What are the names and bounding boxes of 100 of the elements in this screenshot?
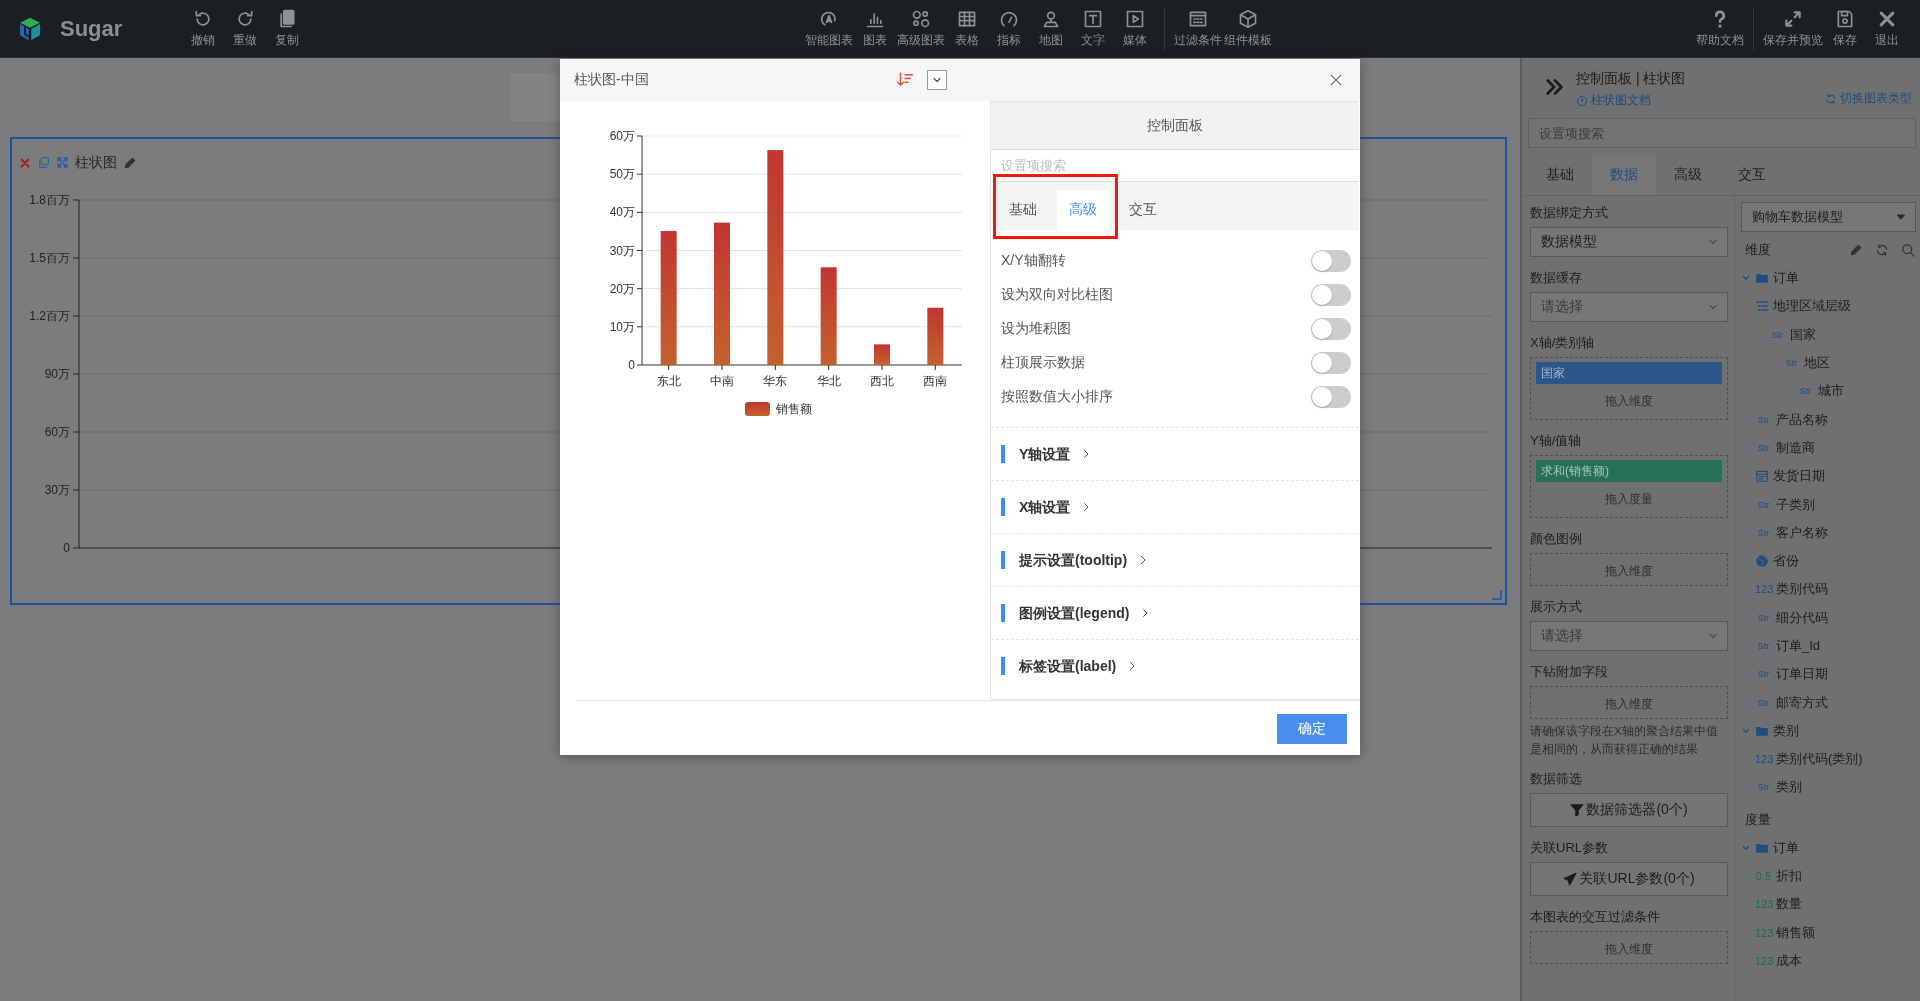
legend-swatch[interactable]	[745, 402, 770, 416]
toggle-switch[interactable]	[1311, 250, 1351, 272]
tree-item-label[interactable]: 类别代码	[1776, 580, 1828, 599]
toolbar-button[interactable]: 地图	[1030, 8, 1073, 49]
dropdown[interactable]: 数据模型	[1530, 227, 1728, 257]
tab[interactable]: 高级	[1057, 190, 1109, 230]
tab[interactable]: 交互	[1117, 190, 1169, 230]
tree-item-label[interactable]: 制造商	[1776, 438, 1815, 457]
tree-item-label[interactable]: 订单_Id	[1776, 637, 1821, 655]
pencil-icon	[123, 155, 137, 170]
toolbar-button[interactable]: 过滤条件	[1173, 8, 1224, 49]
tree-item-label[interactable]: 数量	[1776, 895, 1802, 914]
bar	[874, 344, 890, 365]
action-button[interactable]: 数据筛选器(0个)	[1530, 793, 1728, 827]
tree-item-label[interactable]: 国家	[1790, 325, 1816, 344]
help-note: 请确保该字段在X轴的聚合结果中值是相同的，从而获得正确的结果	[1530, 724, 1719, 757]
field-chip[interactable]: 国家	[1536, 362, 1722, 384]
close-icon	[1328, 72, 1344, 88]
field-chip[interactable]: 求和(销售额)	[1536, 460, 1722, 482]
tree-item-label[interactable]: 折扣	[1776, 867, 1802, 886]
setting-label: Y轴/值轴	[1530, 432, 1583, 450]
type-label: Str	[1756, 442, 1771, 453]
tab[interactable]: 高级	[1656, 155, 1720, 195]
type-label: Str	[1756, 669, 1771, 680]
tree-item-label[interactable]: 产品名称	[1776, 410, 1828, 429]
tree-item-label[interactable]: 类别	[1776, 778, 1802, 797]
axis-tick-label: 60万	[44, 425, 70, 439]
toolbar-button[interactable]: 帮助文档	[1695, 8, 1745, 49]
tree-item-label[interactable]: 地区	[1804, 354, 1830, 373]
refresh-icon	[1875, 243, 1889, 257]
axis-tick-label: 西南	[923, 374, 948, 388]
toolbar-button[interactable]: 媒体	[1114, 8, 1157, 49]
drop-zone[interactable]: 求和(销售额) 拖入度量	[1530, 455, 1728, 518]
tab[interactable]: 数据	[1592, 155, 1656, 195]
tab[interactable]: 基础	[997, 190, 1049, 230]
tree-item-label[interactable]: 订单	[1773, 269, 1799, 288]
tree-item-label[interactable]: 客户名称	[1776, 523, 1828, 542]
tree-item-label[interactable]: 发货日期	[1773, 467, 1825, 486]
tree-item-label[interactable]: 省份	[1773, 552, 1799, 571]
tree-item-label[interactable]: 订单	[1773, 838, 1799, 857]
pencil-icon	[1849, 243, 1863, 257]
double-chevron-icon	[1544, 76, 1566, 98]
axis-tick-label: 0	[628, 358, 635, 372]
drop-zone[interactable]: 国家 拖入维度	[1530, 357, 1728, 420]
doc-link[interactable]: 柱状图文档	[1576, 92, 1686, 109]
tree-item-label[interactable]: 邮寄方式	[1776, 693, 1828, 712]
toolbar-button[interactable]: 保存并预览	[1762, 8, 1824, 49]
type-label: Str	[1756, 414, 1771, 425]
dropdown-button[interactable]	[927, 70, 947, 90]
drop-zone[interactable]: 拖入维度	[1530, 686, 1728, 719]
tree-item-label[interactable]: 细分代码	[1776, 608, 1828, 627]
confirm-button[interactable]: 确定	[1277, 713, 1347, 744]
tab[interactable]: 交互	[1720, 155, 1784, 195]
axis-tick-label: 1.5百万	[29, 251, 70, 265]
close-button[interactable]	[1328, 72, 1344, 88]
setting-label: 展示方式	[1530, 598, 1583, 616]
resize-handle[interactable]	[1492, 590, 1502, 600]
tree-item-label[interactable]: 类别	[1773, 721, 1799, 740]
toggle-switch[interactable]	[1311, 352, 1351, 374]
toolbar-button[interactable]: 退出	[1866, 8, 1908, 49]
dropdown[interactable]: 购物车数据模型	[1741, 202, 1916, 232]
dropdown[interactable]: 请选择	[1530, 292, 1728, 322]
toolbar-button[interactable]: 图表	[854, 8, 897, 49]
toolbar-button[interactable]: 保存	[1824, 8, 1866, 49]
type-label: Str	[1756, 499, 1771, 510]
tree-item-label[interactable]: 成本	[1776, 951, 1802, 970]
toggle-switch[interactable]	[1311, 284, 1351, 306]
toolbar-button[interactable]: 智能图表	[804, 8, 855, 49]
search-icon	[1901, 242, 1916, 258]
drop-zone[interactable]: 拖入维度	[1530, 553, 1728, 586]
setting-label: 关联URL参数	[1530, 839, 1609, 857]
switch-chart-type-link[interactable]: 切换图表类型	[1825, 90, 1912, 107]
type-label: 123	[1755, 926, 1772, 939]
tree-item-label[interactable]: 类别代码(类别)	[1776, 750, 1863, 769]
tab[interactable]: 基础	[1528, 155, 1592, 195]
drop-zone[interactable]: 拖入维度	[1530, 931, 1728, 964]
toggle-switch[interactable]	[1311, 318, 1351, 340]
send-icon	[1563, 872, 1578, 886]
axis-tick-label: 华北	[816, 374, 841, 388]
toolbar-button[interactable]: 高级图表	[896, 8, 947, 49]
toolbar-button[interactable]: 重做	[224, 8, 267, 49]
tree-item-label[interactable]: 地理区域层级	[1773, 297, 1851, 316]
tree-item-label[interactable]: 城市	[1818, 382, 1844, 401]
toolbar-button[interactable]: 指标	[988, 8, 1031, 49]
toolbar-button[interactable]: 复制	[266, 8, 309, 49]
tree-item-label[interactable]: 订单日期	[1776, 665, 1828, 684]
toolbar-button[interactable]: 表格	[946, 8, 989, 49]
legend-label[interactable]: 销售额	[776, 402, 812, 416]
dropdown[interactable]: 请选择	[1530, 621, 1728, 651]
toolbar-button[interactable]: 组件模板	[1223, 8, 1274, 49]
toolbar-button[interactable]: 文字	[1072, 8, 1115, 49]
tree-item-label[interactable]: 子类别	[1776, 495, 1815, 514]
tree-item-label[interactable]: 销售额	[1776, 923, 1815, 942]
axis-tick-label: 10万	[609, 319, 635, 334]
type-label: Str	[1756, 641, 1771, 651]
toolbar-button[interactable]: 撤销	[182, 8, 225, 49]
action-button[interactable]: 关联URL参数(0个)	[1530, 862, 1728, 896]
toggle-switch[interactable]	[1311, 386, 1351, 408]
toggle-label: X/Y轴翻转	[1001, 252, 1066, 270]
copy-icon	[37, 156, 50, 169]
